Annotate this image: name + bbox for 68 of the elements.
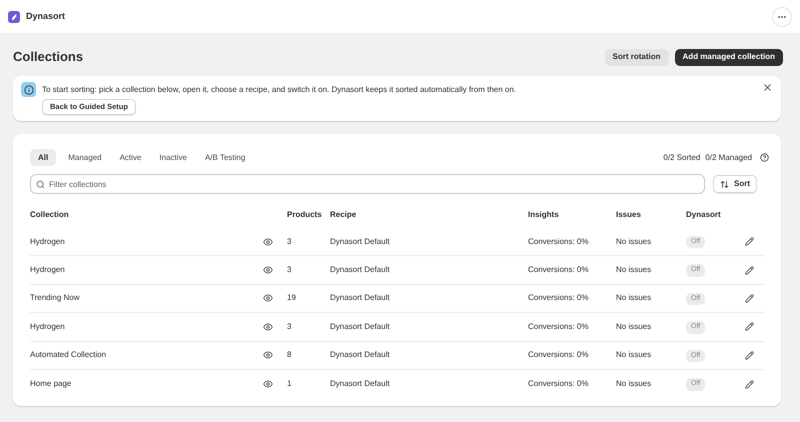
edit-icon[interactable] <box>745 350 754 360</box>
app-name: Dynasort <box>26 10 66 23</box>
table-cell-text: No issues <box>616 378 652 390</box>
table-cell-text: 3 <box>287 264 292 276</box>
info-icon <box>21 82 36 97</box>
table-cell-text: Dynasort Default <box>330 378 391 390</box>
filter-tab[interactable]: Active <box>114 149 148 166</box>
column-header: Recipe <box>330 209 358 221</box>
filter-tab[interactable]: All <box>30 149 56 166</box>
table-cell-text: Automated Collection <box>30 349 108 362</box>
banner-text: To start sorting: pick a collection below, open it, choose a recipe, and switch it on. Dynasort keeps it sorted automatically from then on. <box>42 84 518 96</box>
table-cell-text: Hydrogen <box>30 320 66 333</box>
eye-icon[interactable] <box>263 350 273 360</box>
column-header: Dynasort <box>686 209 722 221</box>
sorted-count: 0/2 Sorted <box>663 152 700 164</box>
column-header: Issues <box>616 209 642 221</box>
table-cell-text: No issues <box>616 320 652 333</box>
table-cell-text: Dynasort Default <box>330 320 391 333</box>
table-cell-text: Dynasort Default <box>330 264 391 276</box>
eye-icon[interactable] <box>263 265 273 276</box>
table-cell-text: Hydrogen <box>30 264 66 276</box>
eye-icon[interactable] <box>263 236 273 247</box>
table-cell-text: No issues <box>616 292 652 304</box>
column-header: Collection <box>30 209 70 221</box>
table-cell-text: Conversions: 0% <box>528 320 590 333</box>
table-cell-text: Dynasort Default <box>330 236 391 248</box>
filter-tab[interactable]: A/B Testing <box>198 149 252 166</box>
table-cell-text: Conversions: 0% <box>528 378 590 390</box>
page-title: Collections <box>13 48 84 66</box>
add-collection-button[interactable]: Add managed collection <box>674 48 783 66</box>
filter-tab[interactable]: Inactive <box>153 149 193 166</box>
sort-button[interactable]: Sort <box>713 175 757 193</box>
table-cell-text: Conversions: 0% <box>528 349 590 362</box>
managed-count: 0/2 Managed <box>705 152 752 164</box>
close-icon[interactable] <box>762 82 773 93</box>
table-cell-text: Conversions: 0% <box>528 264 590 276</box>
table-cell-text: No issues <box>616 264 652 276</box>
eye-icon[interactable] <box>263 322 273 332</box>
table-cell-text: Conversions: 0% <box>528 236 590 248</box>
table-cell-text: 8 <box>287 349 292 362</box>
edit-icon[interactable] <box>745 266 754 275</box>
column-header: Products <box>287 209 323 221</box>
table-cell-text: No issues <box>616 236 652 248</box>
table-cell-text: 1 <box>287 378 292 390</box>
search-icon <box>36 180 45 188</box>
table-cell-text: Conversions: 0% <box>528 292 590 304</box>
table-cell-text: 3 <box>287 320 292 333</box>
table-cell-text: Dynasort Default <box>330 292 391 304</box>
edit-icon[interactable] <box>745 237 754 246</box>
filter-tab[interactable]: Managed <box>62 149 108 166</box>
eye-icon[interactable] <box>263 379 273 390</box>
table-cell-text: Dynasort Default <box>330 349 391 362</box>
table-cell-text: Hydrogen <box>30 236 66 248</box>
edit-icon[interactable] <box>745 294 754 303</box>
sort-rotation-button[interactable]: Sort rotation <box>604 48 669 66</box>
table-cell-text: Home page <box>30 378 72 390</box>
table-cell-text: 19 <box>287 292 297 304</box>
sort-icon <box>720 180 729 188</box>
table-cell-text: Trending Now <box>30 292 81 304</box>
column-header: Insights <box>528 209 560 221</box>
help-icon[interactable] <box>760 153 769 162</box>
table-cell-text: 3 <box>287 236 292 248</box>
app-logo-icon <box>8 10 20 22</box>
search-field[interactable]: Filter collections <box>30 174 705 194</box>
edit-icon[interactable] <box>745 380 754 389</box>
edit-icon[interactable] <box>745 322 754 332</box>
table-cell-text: No issues <box>616 349 652 362</box>
eye-icon[interactable] <box>263 293 273 304</box>
